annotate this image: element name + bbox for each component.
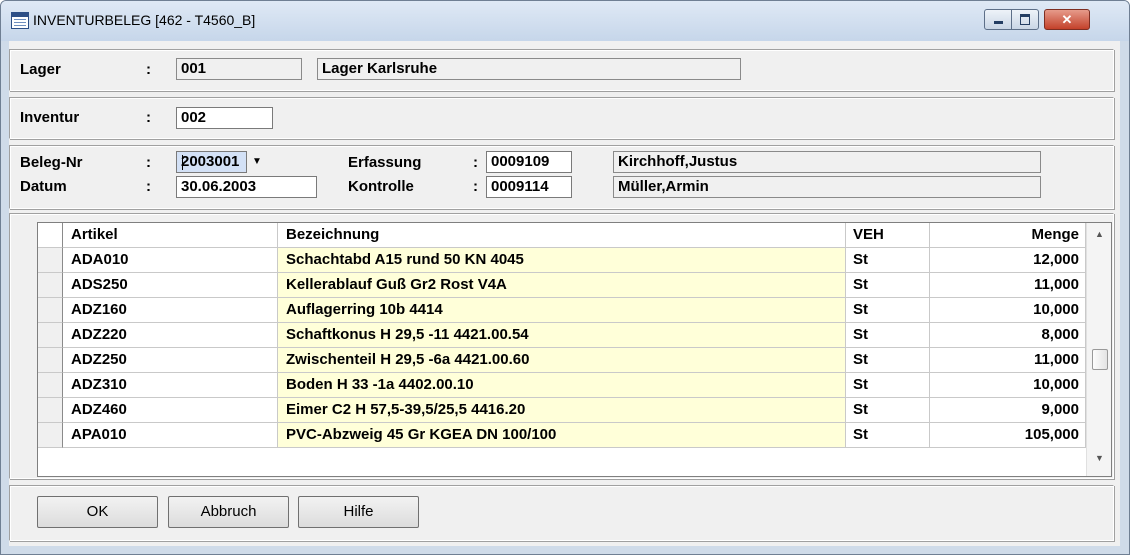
artikel-cell[interactable]: APA010 xyxy=(63,423,278,448)
erfassung-colon: : xyxy=(473,154,478,171)
beleg-panel: Beleg-Nr : 2003001 ▼ Datum : 30.06.2003 … xyxy=(9,145,1114,209)
veh-cell[interactable]: St xyxy=(846,248,930,273)
beleg-nr-colon: : xyxy=(146,154,151,171)
menge-cell[interactable]: 10,000 xyxy=(930,298,1086,323)
close-button[interactable] xyxy=(1044,9,1090,30)
table-row[interactable]: ADZ250 Zwischenteil H 29,5 -6a 4421.00.6… xyxy=(38,348,1086,373)
minimize-button[interactable] xyxy=(984,9,1012,30)
datum-input[interactable]: 30.06.2003 xyxy=(176,176,317,198)
window-title: INVENTURBELEG [462 - T4560_B] xyxy=(33,12,256,28)
column-header-bezeichnung[interactable]: Bezeichnung xyxy=(278,223,846,248)
row-selector[interactable] xyxy=(38,248,63,273)
erfassung-name-field: Kirchhoff,Justus xyxy=(613,151,1041,173)
veh-cell[interactable]: St xyxy=(846,348,930,373)
bezeichnung-cell[interactable]: Zwischenteil H 29,5 -6a 4421.00.60 xyxy=(278,348,846,373)
row-selector[interactable] xyxy=(38,273,63,298)
inventur-label: Inventur xyxy=(20,109,80,126)
dropdown-arrow-icon[interactable]: ▼ xyxy=(252,156,262,167)
table-row[interactable]: ADA010 Schachtabd A15 rund 50 KN 4045 St… xyxy=(38,248,1086,273)
erfassung-label: Erfassung xyxy=(348,154,422,171)
table-row[interactable]: APA010 PVC-Abzweig 45 Gr KGEA DN 100/100… xyxy=(38,423,1086,448)
row-selector[interactable] xyxy=(38,298,63,323)
inventurbeleg-window: INVENTURBELEG [462 - T4560_B] Lager : 00… xyxy=(0,0,1130,555)
inventur-colon: : xyxy=(146,109,151,126)
row-selector[interactable] xyxy=(38,398,63,423)
menge-cell[interactable]: 11,000 xyxy=(930,273,1086,298)
row-selector[interactable] xyxy=(38,373,63,398)
column-header-artikel[interactable]: Artikel xyxy=(63,223,278,248)
lager-name-field: Lager Karlsruhe xyxy=(317,58,741,80)
menge-cell[interactable]: 12,000 xyxy=(930,248,1086,273)
bezeichnung-cell[interactable]: Schachtabd A15 rund 50 KN 4045 xyxy=(278,248,846,273)
bezeichnung-cell[interactable]: Schaftkonus H 29,5 -11 4421.00.54 xyxy=(278,323,846,348)
veh-cell[interactable]: St xyxy=(846,398,930,423)
artikel-cell[interactable]: ADZ250 xyxy=(63,348,278,373)
ok-button[interactable]: OK xyxy=(37,496,158,528)
row-selector[interactable] xyxy=(38,348,63,373)
bezeichnung-cell[interactable]: Boden H 33 -1a 4402.00.10 xyxy=(278,373,846,398)
table-row[interactable]: ADZ310 Boden H 33 -1a 4402.00.10 St 10,0… xyxy=(38,373,1086,398)
veh-cell[interactable]: St xyxy=(846,323,930,348)
inventur-input[interactable]: 002 xyxy=(176,107,273,129)
row-selector[interactable] xyxy=(38,423,63,448)
menge-cell[interactable]: 105,000 xyxy=(930,423,1086,448)
column-header-veh[interactable]: VEH xyxy=(846,223,930,248)
bezeichnung-cell[interactable]: Kellerablauf Guß Gr2 Rost V4A xyxy=(278,273,846,298)
maximize-button[interactable] xyxy=(1011,9,1039,30)
vertical-scrollbar[interactable]: ▲ ▼ xyxy=(1086,223,1111,476)
artikel-cell[interactable]: ADZ160 xyxy=(63,298,278,323)
datum-colon: : xyxy=(146,178,151,195)
abbruch-button[interactable]: Abbruch xyxy=(168,496,289,528)
lager-code-field: 001 xyxy=(176,58,302,80)
artikel-cell[interactable]: ADS250 xyxy=(63,273,278,298)
bezeichnung-cell[interactable]: PVC-Abzweig 45 Gr KGEA DN 100/100 xyxy=(278,423,846,448)
kontrolle-label: Kontrolle xyxy=(348,178,414,195)
row-selector-header xyxy=(38,223,63,248)
table-icon xyxy=(11,12,29,29)
table-row[interactable]: ADS250 Kellerablauf Guß Gr2 Rost V4A St … xyxy=(38,273,1086,298)
column-header-menge[interactable]: Menge xyxy=(930,223,1086,248)
veh-cell[interactable]: St xyxy=(846,298,930,323)
hilfe-button[interactable]: Hilfe xyxy=(298,496,419,528)
scroll-down-arrow-icon[interactable]: ▼ xyxy=(1087,453,1111,463)
artikel-cell[interactable]: ADZ220 xyxy=(63,323,278,348)
beleg-nr-value: 2003001 xyxy=(181,153,240,170)
inventur-panel: Inventur : 002 xyxy=(9,97,1114,139)
lager-colon: : xyxy=(146,61,151,78)
title-bar[interactable]: INVENTURBELEG [462 - T4560_B] xyxy=(1,1,1129,41)
menge-cell[interactable]: 8,000 xyxy=(930,323,1086,348)
artikel-cell[interactable]: ADZ460 xyxy=(63,398,278,423)
menge-cell[interactable]: 10,000 xyxy=(930,373,1086,398)
beleg-nr-input[interactable]: 2003001 xyxy=(176,151,247,173)
bezeichnung-cell[interactable]: Auflagerring 10b 4414 xyxy=(278,298,846,323)
datum-label: Datum xyxy=(20,178,67,195)
artikel-cell[interactable]: ADZ310 xyxy=(63,373,278,398)
table-row[interactable]: ADZ160 Auflagerring 10b 4414 St 10,000 xyxy=(38,298,1086,323)
veh-cell[interactable]: St xyxy=(846,373,930,398)
menge-cell[interactable]: 11,000 xyxy=(930,348,1086,373)
bezeichnung-cell[interactable]: Eimer C2 H 57,5-39,5/25,5 4416.20 xyxy=(278,398,846,423)
lager-panel: Lager : 001 Lager Karlsruhe xyxy=(9,49,1114,91)
erfassung-code-input[interactable]: 0009109 xyxy=(486,151,572,173)
table-row[interactable]: ADZ460 Eimer C2 H 57,5-39,5/25,5 4416.20… xyxy=(38,398,1086,423)
kontrolle-name-field: Müller,Armin xyxy=(613,176,1041,198)
menge-cell[interactable]: 9,000 xyxy=(930,398,1086,423)
scrollbar-thumb[interactable] xyxy=(1092,349,1108,370)
row-selector[interactable] xyxy=(38,323,63,348)
articles-table[interactable]: Artikel Bezeichnung VEH Menge ADA010 Sch… xyxy=(37,222,1112,477)
lager-label: Lager xyxy=(20,61,61,78)
artikel-cell[interactable]: ADA010 xyxy=(63,248,278,273)
table-row[interactable]: ADZ220 Schaftkonus H 29,5 -11 4421.00.54… xyxy=(38,323,1086,348)
kontrolle-code-input[interactable]: 0009114 xyxy=(486,176,572,198)
kontrolle-colon: : xyxy=(473,178,478,195)
text-caret xyxy=(182,155,183,170)
veh-cell[interactable]: St xyxy=(846,273,930,298)
table-header-row: Artikel Bezeichnung VEH Menge xyxy=(38,223,1086,248)
veh-cell[interactable]: St xyxy=(846,423,930,448)
beleg-nr-label: Beleg-Nr xyxy=(20,154,83,171)
scroll-up-arrow-icon[interactable]: ▲ xyxy=(1087,229,1111,239)
